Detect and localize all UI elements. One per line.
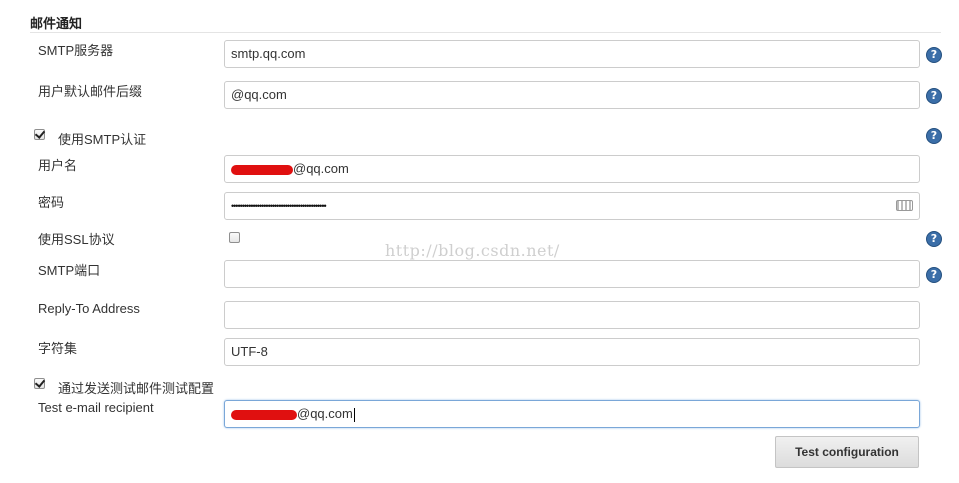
redaction-mark (231, 164, 293, 175)
username-input[interactable]: @qq.com (224, 155, 920, 183)
help-icon[interactable]: ? (926, 88, 942, 104)
password-input[interactable]: ••••••••••••••••••••••••••••••••••••••••… (224, 192, 920, 220)
keyboard-icon (896, 200, 913, 211)
password-label: 密码 (38, 195, 65, 210)
redaction-mark (231, 409, 297, 420)
smtp-server-input[interactable]: smtp.qq.com (224, 40, 920, 68)
section-divider (30, 32, 941, 33)
help-icon[interactable]: ? (926, 267, 942, 283)
charset-value: UTF-8 (231, 344, 268, 359)
smtp-server-value: smtp.qq.com (231, 46, 306, 61)
smtp-auth-label: 使用SMTP认证 (58, 132, 147, 147)
default-suffix-input[interactable]: @qq.com (224, 81, 920, 109)
username-value: @qq.com (293, 161, 349, 176)
test-email-checkbox[interactable] (34, 378, 45, 389)
charset-input[interactable]: UTF-8 (224, 338, 920, 366)
help-icon[interactable]: ? (926, 231, 942, 247)
help-icon[interactable]: ? (926, 128, 942, 144)
smtp-port-input[interactable] (224, 260, 920, 288)
ssl-label: 使用SSL协议 (38, 232, 115, 247)
smtp-auth-checkbox[interactable] (34, 129, 45, 140)
default-suffix-value: @qq.com (231, 87, 287, 102)
text-caret (353, 407, 355, 422)
test-email-label: 通过发送测试邮件测试配置 (58, 381, 215, 396)
charset-label: 字符集 (38, 341, 78, 356)
test-configuration-button[interactable]: Test configuration (775, 436, 919, 468)
watermark: http://blog.csdn.net/ (385, 241, 560, 260)
default-suffix-label: 用户默认邮件后缀 (38, 84, 143, 99)
smtp-port-label: SMTP端口 (38, 263, 101, 278)
reply-to-label: Reply-To Address (38, 301, 140, 316)
reply-to-input[interactable] (224, 301, 920, 329)
email-notification-config: 邮件通知 SMTP服务器 smtp.qq.com ? 用户默认邮件后缀 @qq.… (0, 0, 959, 483)
username-label: 用户名 (38, 158, 78, 173)
smtp-server-label: SMTP服务器 (38, 43, 114, 58)
test-recipient-value: @qq.com (297, 406, 353, 421)
test-recipient-input[interactable]: @qq.com (224, 400, 920, 428)
help-icon[interactable]: ? (926, 47, 942, 63)
test-recipient-label: Test e-mail recipient (38, 400, 154, 415)
section-title: 邮件通知 (30, 16, 83, 31)
ssl-checkbox[interactable] (229, 232, 240, 243)
password-mask: ••••••••••••••••••••••••••••••••••••••••… (231, 201, 327, 211)
